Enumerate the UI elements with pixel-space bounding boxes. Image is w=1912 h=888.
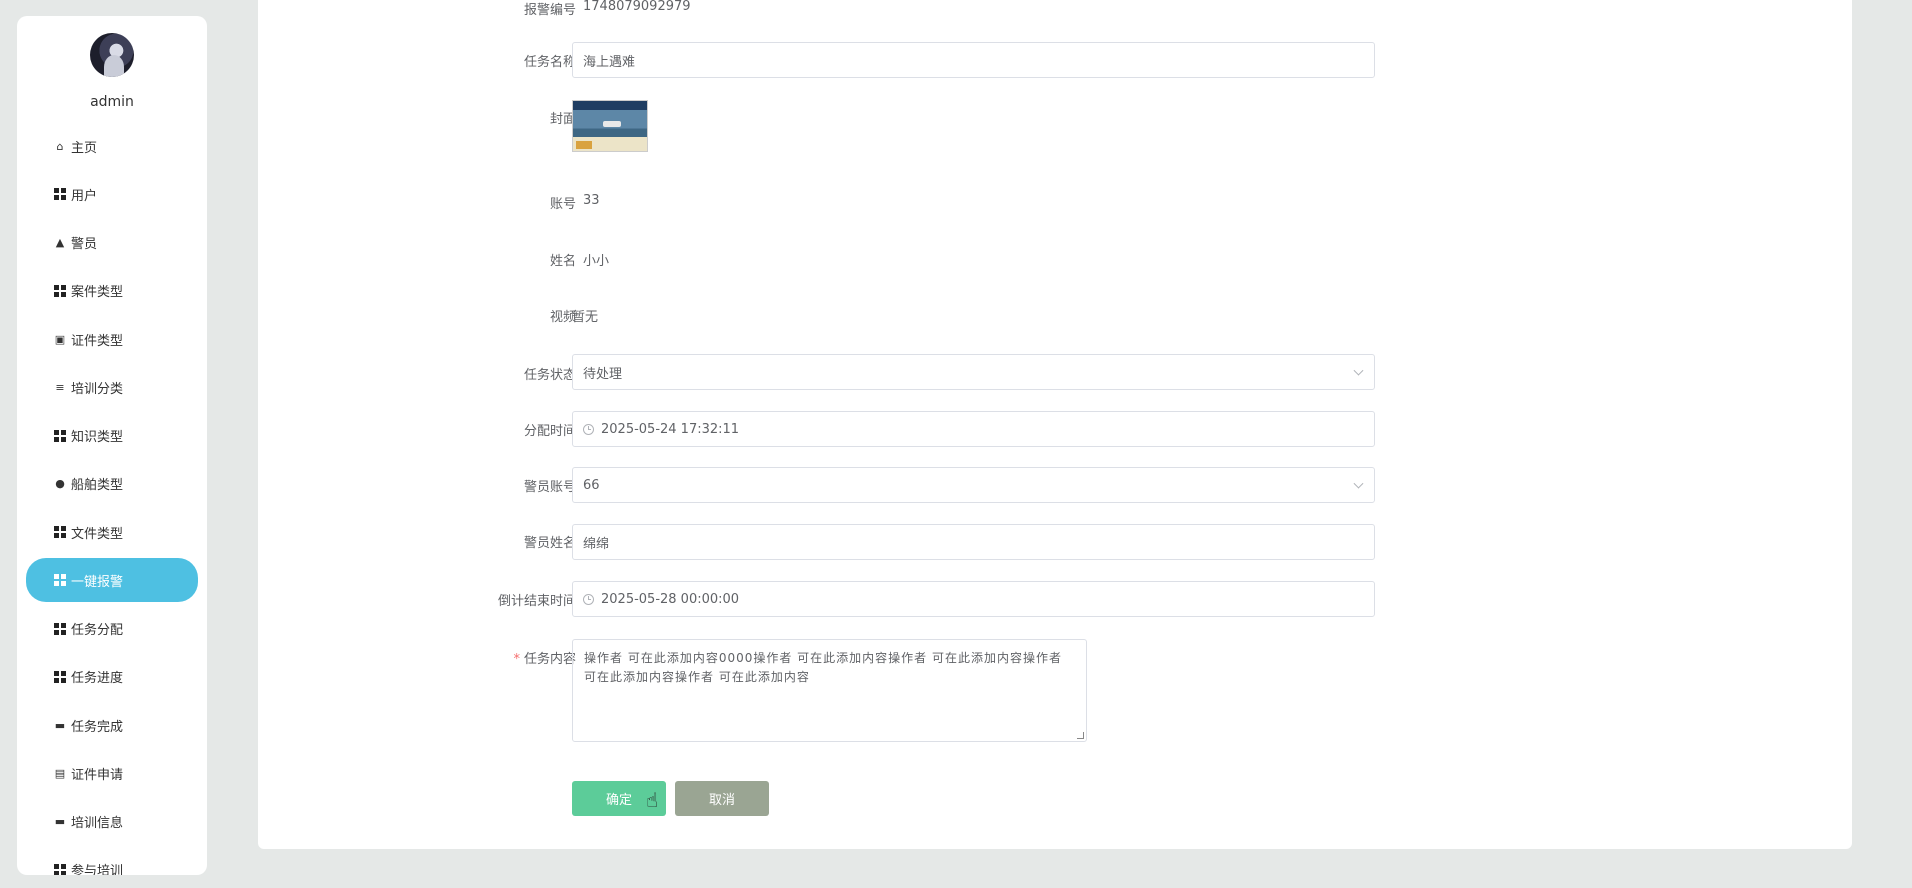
sidebar-item-10[interactable]: 任务分配 [26,607,198,651]
officer-name-label: 警员姓名 [523,536,576,551]
officer-name-input[interactable]: 绵绵 [572,524,1375,560]
chevron-down-icon [1353,365,1364,376]
sidebar-item-11[interactable]: 任务进度 [26,655,198,699]
person-icon: ▲ [55,236,65,249]
wallet-icon: ▬ [54,815,66,828]
grid-icon [54,284,66,297]
cover-label: 封面 [549,112,576,127]
sidebar-item-15[interactable]: 参与培训 [26,848,198,875]
assign-time-label: 分配时间 [523,424,576,439]
sidebar-menu: ⌂ 主页用户 ▲ 警员案件类型 ▣ 证件类型 ≡ 培训分类知识类型 ● 船舶类型文件类型一键报警任… [26,124,198,875]
sidebar-item-label: 参与培训 [71,864,124,875]
task-name-value: 海上遇难 [583,54,636,70]
sidebar-item-label: 培训分类 [71,381,124,397]
sidebar-item-label: 任务进度 [71,671,124,687]
briefcase-icon: ▣ [54,332,66,346]
sidebar-item-5[interactable]: ≡ 培训分类 [26,365,198,409]
hand-cursor-icon: ☝ [646,788,659,812]
account-label: 账号 [549,197,576,212]
monitor-icon: ▬ [54,718,66,732]
sidebar-item-8[interactable]: 文件类型 [26,510,198,554]
clock-icon [583,423,594,435]
task-name-input[interactable]: 海上遇难 [572,42,1375,78]
grid-icon [54,863,66,875]
grid-icon [54,670,66,683]
sidebar-item-6[interactable]: 知识类型 [26,414,198,458]
name-label: 姓名 [549,254,576,269]
grid-icon [54,188,66,201]
video-value: 暂无 [572,310,599,325]
avatar[interactable] [90,33,134,77]
sidebar-item-1[interactable]: 用户 [26,172,198,216]
main-panel: 报警编号 1748079092979 任务名称 海上遇难 封面 账号 33 姓名… [258,0,1852,849]
sidebar-item-2[interactable]: ▲ 警员 [26,221,198,265]
sidebar-item-4[interactable]: ▣ 证件类型 [26,317,198,361]
sidebar-item-label: 证件类型 [71,333,124,349]
officer-account-select[interactable]: 66 [572,467,1375,503]
sidebar-item-7[interactable]: ● 船舶类型 [26,462,198,506]
countdown-end-label: 倒计结束时间 [497,594,576,609]
assign-time-value: 2025-05-24 17:32:11 [601,421,740,437]
sidebar-item-label: 用户 [71,188,98,204]
task-name-label: 任务名称 [523,55,576,70]
account-value: 33 [583,193,600,208]
required-mark: * [513,652,520,667]
sidebar-item-label: 证件申请 [71,767,124,783]
sidebar-item-14[interactable]: ▬ 培训信息 [26,800,198,844]
cover-tag [576,141,592,149]
sidebar-item-label: 知识类型 [71,430,124,445]
pin-icon: ● [55,477,65,491]
task-status-value: 待处理 [583,366,623,382]
sliders-icon: ≡ [55,380,65,394]
sidebar-item-3[interactable]: 案件类型 [26,269,198,313]
boat-shape [603,121,621,127]
task-content-textarea[interactable]: 操作者 可在此添加内容0000操作者 可在此添加内容操作者 可在此添加内容操作者… [572,639,1087,742]
assign-time-picker[interactable]: 2025-05-24 17:32:11 [572,411,1375,447]
sidebar-item-label: 任务分配 [71,623,124,638]
cancel-button[interactable]: 取消 [675,781,769,816]
sidebar: admin ⌂ 主页用户 ▲ 警员案件类型 ▣ 证件类型 ≡ 培训分类知识类型 ● 船舶类型文件类… [17,16,207,875]
sidebar-item-label: 文件类型 [71,526,124,542]
grid-icon [54,622,66,635]
officer-name-value: 绵绵 [583,536,610,552]
task-content-value: 操作者 可在此添加内容0000操作者 可在此添加内容操作者 可在此添加内容操作者… [584,651,1062,684]
grid-icon [54,429,66,442]
resize-handle-icon[interactable] [1077,732,1084,739]
countdown-end-value: 2025-05-28 00:00:00 [601,591,740,607]
sidebar-item-label: 培训信息 [71,816,124,831]
chevron-down-icon [1353,478,1364,489]
grid-icon [54,526,66,538]
cover-image[interactable] [572,100,648,152]
video-label: 视频 [549,310,576,325]
grid-icon [54,574,66,587]
sidebar-item-label: 案件类型 [71,285,124,301]
username-label: admin [90,94,134,110]
sidebar-item-12[interactable]: ▬ 任务完成 [26,703,198,747]
sidebar-item-label: 警员 [71,237,98,252]
report-no-value: 1748079092979 [583,0,691,14]
officer-account-label: 警员账号 [523,480,576,495]
sidebar-item-0[interactable]: ⌂ 主页 [26,124,198,168]
sidebar-item-13[interactable]: ▤ 证件申请 [26,751,198,795]
task-status-select[interactable]: 待处理 [572,354,1375,390]
home-icon: ⌂ [56,139,64,153]
countdown-end-picker[interactable]: 2025-05-28 00:00:00 [572,581,1375,617]
clock-icon [583,593,594,605]
name-value: 小小 [583,254,610,269]
task-content-label-text: 任务内容 [523,652,576,667]
sidebar-item-label: 任务完成 [71,719,124,735]
task-status-label: 任务状态 [523,368,576,383]
clipboard-icon: ▤ [54,766,66,780]
officer-account-value: 66 [583,477,600,493]
report-no-label: 报警编号 [523,3,576,18]
sidebar-item-label: 一键报警 [71,574,124,590]
sidebar-item-label: 船舶类型 [71,478,124,494]
sidebar-item-label: 主页 [71,140,98,156]
sidebar-item-9[interactable]: 一键报警 [26,558,198,603]
task-content-label: * 任务内容 [456,648,576,667]
